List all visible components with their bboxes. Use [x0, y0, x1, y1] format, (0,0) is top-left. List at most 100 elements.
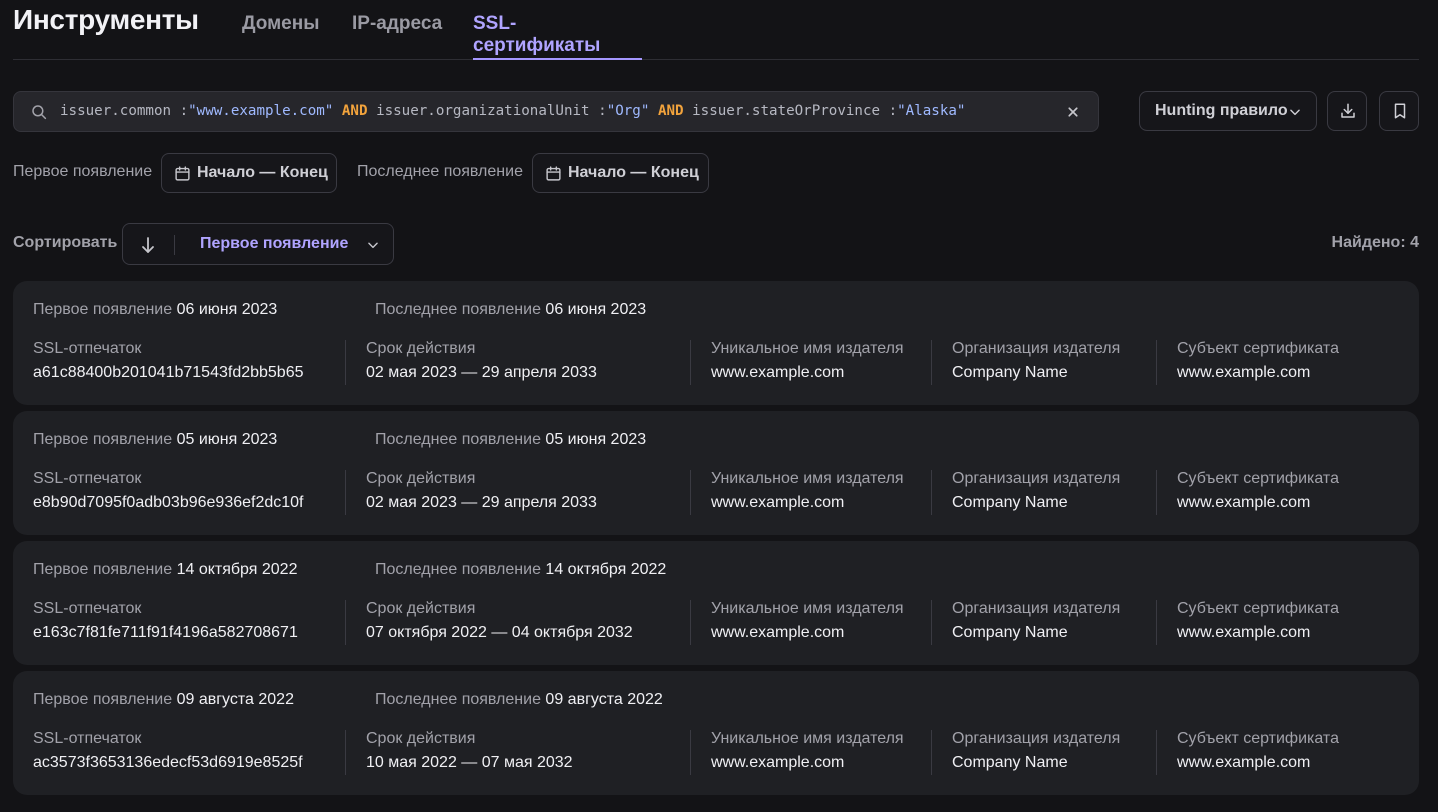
issuer-common-name-label: Уникальное имя издателя [711, 600, 904, 617]
certificate-card[interactable]: Первое появление 09 августа 2022 Последне… [13, 671, 1419, 795]
certificate-subject-column: Субъект сертификата www.example.com [1156, 340, 1396, 385]
issuer-organization-column: Организация издателя Company Name [931, 600, 1157, 645]
sort-field-value[interactable]: Первое появление [200, 235, 348, 253]
last-seen: Последнее появление 14 октября 2022 [375, 561, 666, 579]
certificate-subject-value: www.example.com [1177, 624, 1311, 641]
validity-period-label: Срок действия [366, 470, 476, 487]
last-seen-label: Последнее появление [375, 691, 541, 708]
certificate-subject-label: Субъект сертификата [1177, 340, 1339, 357]
issuer-common-name-value: www.example.com [711, 364, 845, 381]
issuer-organization-column: Организация издателя Company Name [931, 340, 1157, 385]
query-token: "Alaska" [897, 103, 966, 119]
tab-ip-addresses[interactable]: IP-адреса [352, 13, 442, 60]
search-input[interactable]: issuer.common :"www.example.com" AND iss… [13, 91, 1099, 132]
validity-period-column: Срок действия 02 мая 2023 — 29 апреля 203… [345, 340, 670, 385]
certificate-card[interactable]: Первое появление 06 июня 2023 Последнее п… [13, 281, 1419, 405]
query-token: "Org" [606, 103, 650, 119]
last-seen: Последнее появление 05 июня 2023 [375, 431, 646, 449]
query-token: issuer.stateOrProvince : [692, 103, 898, 119]
query-token: "www.example.com" [188, 103, 334, 119]
bookmark-button[interactable] [1379, 91, 1419, 131]
issuer-organization-label: Организация издателя [952, 340, 1121, 357]
page-title: Инструменты [13, 4, 199, 35]
first-seen-value: 05 июня 2023 [176, 431, 278, 448]
certificate-card[interactable]: Первое появление 14 октября 2022 Последне… [13, 541, 1419, 665]
issuer-common-name-column: Уникальное имя издателя www.example.com [690, 730, 932, 775]
last-seen-label: Последнее появление [375, 561, 541, 578]
sort-label: Сортировать [13, 234, 118, 251]
validity-period-value: 10 мая 2022 — 07 мая 2032 [366, 754, 573, 771]
first-seen-value: 06 июня 2023 [176, 301, 278, 318]
first-seen-filter-label: Первое появление [13, 163, 153, 180]
validity-period-value: 02 мая 2023 — 29 апреля 2033 [366, 364, 597, 381]
issuer-organization-label: Организация издателя [952, 730, 1121, 747]
issuer-organization-value: Company Name [952, 754, 1068, 771]
issuer-common-name-value: www.example.com [711, 494, 845, 511]
issuer-organization-column: Организация издателя Company Name [931, 730, 1157, 775]
last-seen-date-range[interactable]: Начало — Конец [532, 153, 709, 193]
issuer-organization-value: Company Name [952, 624, 1068, 641]
validity-period-label: Срок действия [366, 600, 476, 617]
last-seen-filter-label: Последнее появление [357, 163, 523, 180]
tab-domains[interactable]: Домены [242, 13, 319, 60]
ssl-fingerprint-label: SSL-отпечаток [33, 730, 142, 747]
issuer-common-name-label: Уникальное имя издателя [711, 730, 904, 747]
hunting-rule-label: Hunting правило [1155, 102, 1288, 119]
first-seen-date-range[interactable]: Начало — Конец [161, 153, 337, 193]
bookmark-icon [1394, 103, 1406, 119]
search-query[interactable]: issuer.common :"www.example.com" AND iss… [60, 103, 965, 119]
query-token: issuer.common : [60, 103, 189, 119]
issuer-organization-value: Company Name [952, 364, 1068, 381]
sort-control[interactable]: Первое появление [122, 223, 394, 265]
last-seen-value: 09 августа 2022 [545, 691, 663, 708]
calendar-icon [175, 166, 190, 181]
certificate-subject-label: Субъект сертификата [1177, 470, 1339, 487]
issuer-organization-label: Организация издателя [952, 600, 1121, 617]
header: Инструменты Домены IP-адреса SSL-сертифи… [13, 0, 1419, 60]
tab-ssl-certificates[interactable]: SSL-сертификаты [473, 13, 642, 60]
ssl-fingerprint-label: SSL-отпечаток [33, 340, 142, 357]
ssl-fingerprint-value: e163c7f81fe711f91f4196a582708671 [33, 624, 298, 641]
first-seen: Первое появление 14 октября 2022 [33, 561, 297, 579]
hunting-rule-dropdown[interactable]: Hunting правило [1139, 91, 1317, 131]
query-token: AND [649, 103, 693, 119]
first-seen-label: Первое появление [33, 301, 173, 318]
first-seen-value: 09 августа 2022 [176, 691, 294, 708]
issuer-common-name-value: www.example.com [711, 754, 845, 771]
ssl-fingerprint-value: ac3573f3653136edecf53d6919e8525f [33, 754, 303, 771]
first-seen: Первое появление 06 июня 2023 [33, 301, 277, 319]
clear-icon[interactable] [1064, 103, 1082, 121]
validity-period-value: 07 октября 2022 — 04 октября 2032 [366, 624, 633, 641]
issuer-common-name-column: Уникальное имя издателя www.example.com [690, 340, 932, 385]
first-seen-label: Первое появление [33, 431, 173, 448]
certificate-subject-value: www.example.com [1177, 364, 1311, 381]
last-seen-date-value: Начало — Конец [568, 164, 699, 181]
chevron-down-icon [1290, 109, 1300, 116]
divider [174, 235, 175, 255]
download-icon [1341, 103, 1355, 118]
first-seen-label: Первое появление [33, 561, 173, 578]
download-button[interactable] [1327, 91, 1367, 131]
calendar-icon [546, 166, 561, 181]
validity-period-label: Срок действия [366, 340, 476, 357]
certificate-subject-value: www.example.com [1177, 754, 1311, 771]
query-token: issuer.organizationalUnit : [376, 103, 607, 119]
issuer-common-name-label: Уникальное имя издателя [711, 470, 904, 487]
ssl-fingerprint-column: SSL-отпечаток e8b90d7095f0adb03b96e936ef2… [33, 470, 325, 515]
certificate-subject-column: Субъект сертификата www.example.com [1156, 730, 1396, 775]
validity-period-column: Срок действия 10 мая 2022 — 07 мая 2032 [345, 730, 670, 775]
last-seen-value: 14 октября 2022 [545, 561, 667, 578]
validity-period-column: Срок действия 02 мая 2023 — 29 апреля 203… [345, 470, 670, 515]
last-seen: Последнее появление 09 августа 2022 [375, 691, 663, 709]
query-token: AND [333, 103, 377, 119]
sort-direction-icon[interactable] [140, 236, 156, 254]
certificate-subject-column: Субъект сертификата www.example.com [1156, 600, 1396, 645]
certificate-subject-label: Субъект сертификата [1177, 600, 1339, 617]
first-seen: Первое появление 09 августа 2022 [33, 691, 294, 709]
issuer-common-name-column: Уникальное имя издателя www.example.com [690, 600, 932, 645]
certificate-card[interactable]: Первое появление 05 июня 2023 Последнее п… [13, 411, 1419, 535]
last-seen-label: Последнее появление [375, 431, 541, 448]
chevron-down-icon [368, 242, 378, 249]
certificate-subject-label: Субъект сертификата [1177, 730, 1339, 747]
certificate-subject-value: www.example.com [1177, 494, 1311, 511]
